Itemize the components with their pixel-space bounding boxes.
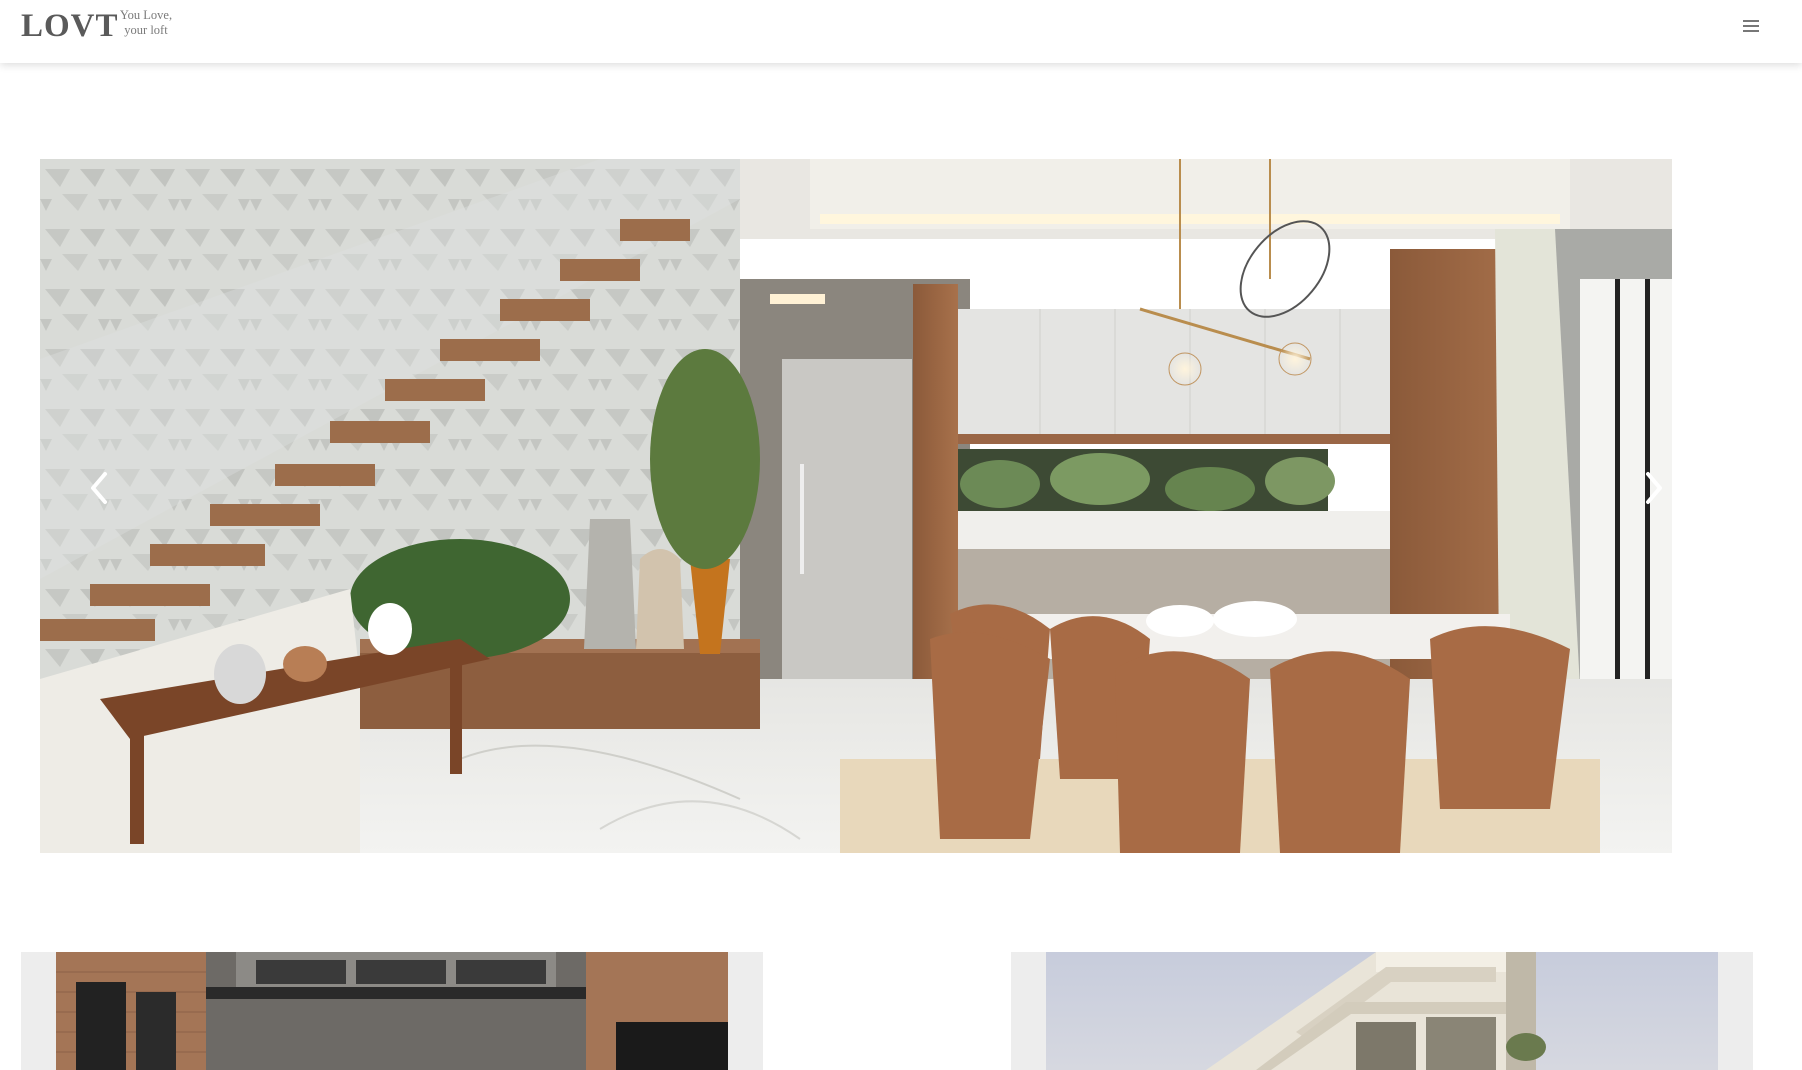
carousel-slide-image [40,159,1672,853]
chevron-right-icon [1646,472,1662,504]
tagline: You Love, your loft [118,8,174,38]
project-card[interactable] [21,952,763,1070]
carousel-prev-button[interactable] [83,466,119,510]
project-thumbnail[interactable] [1046,952,1718,1070]
tagline-line-2: your loft [124,23,168,37]
building-exterior-photo [1046,952,1718,1070]
menu-button[interactable] [1740,17,1764,37]
tagline-line-1: You Love, [119,8,173,22]
apartment-interior-photo [56,952,728,1070]
carousel-next-button[interactable] [1634,466,1670,510]
project-card[interactable] [1011,952,1753,1070]
chevron-left-icon [91,472,107,504]
hero-carousel [40,159,1672,853]
project-thumbnail[interactable] [56,952,728,1070]
site-header: LOVT You Love, your loft [0,0,1802,63]
logo[interactable]: LOVT [21,10,119,43]
